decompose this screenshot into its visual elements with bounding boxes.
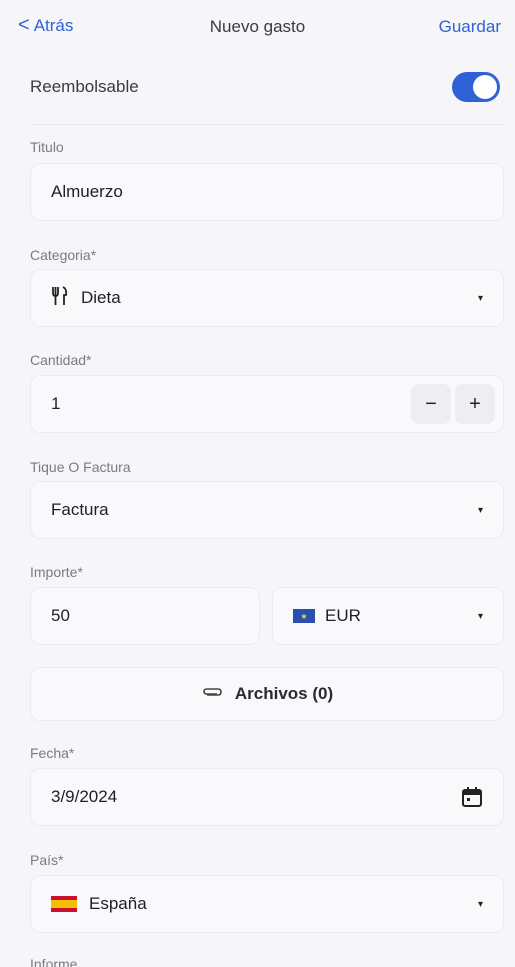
divider [30,124,504,125]
top-bar: < Atrás Nuevo gasto Guardar [0,0,515,58]
spain-flag-icon [51,896,77,912]
category-value: Dieta [81,288,121,307]
attachments-button[interactable]: Archivos (0) [30,667,504,721]
dropdown-caret-icon: ▾ [477,898,483,910]
quantity-stepper: 1 − + [30,375,504,433]
amount-value: 50 [51,606,70,625]
reimbursable-toggle[interactable] [452,72,500,102]
country-value: España [89,894,147,913]
country-label: País* [30,852,64,868]
category-select[interactable]: Dieta ▾ [30,269,504,327]
save-button[interactable]: Guardar [439,17,501,37]
quantity-value[interactable]: 1 [51,394,411,414]
currency-select[interactable]: ★ EUR ▾ [272,587,504,645]
eu-flag-icon: ★ [293,609,315,623]
receipt-type-label: Tique O Factura [30,459,131,475]
paperclip-icon [201,684,225,704]
attachments-label: Archivos (0) [234,684,334,703]
toggle-knob [473,75,497,99]
decrement-button[interactable]: − [411,384,451,424]
quantity-label: Cantidad* [30,352,92,368]
date-field[interactable]: 3/9/2024 [30,768,504,826]
category-label: Categoria* [30,247,97,263]
increment-button[interactable]: + [455,384,495,424]
reimbursable-row: Reembolsable [30,70,500,104]
title-value: Almuerzo [51,182,123,201]
dropdown-caret-icon: ▾ [477,504,483,516]
report-label: Informe [30,956,78,967]
calendar-icon[interactable] [461,786,483,808]
amount-label: Importe* [30,564,83,580]
currency-value: EUR [325,606,361,625]
receipt-type-value: Factura [51,500,109,519]
country-select[interactable]: España ▾ [30,875,504,933]
dropdown-caret-icon: ▾ [477,292,483,304]
stepper-buttons: − + [411,384,495,424]
receipt-type-select[interactable]: Factura ▾ [30,481,504,539]
date-label: Fecha* [30,745,75,761]
dropdown-caret-icon: ▾ [477,610,483,622]
date-value: 3/9/2024 [51,787,118,806]
fork-knife-icon [51,285,69,311]
title-label: Titulo [30,139,64,155]
amount-input[interactable]: 50 [30,587,260,645]
title-field[interactable]: Almuerzo [30,163,504,221]
reimbursable-label: Reembolsable [30,77,139,96]
